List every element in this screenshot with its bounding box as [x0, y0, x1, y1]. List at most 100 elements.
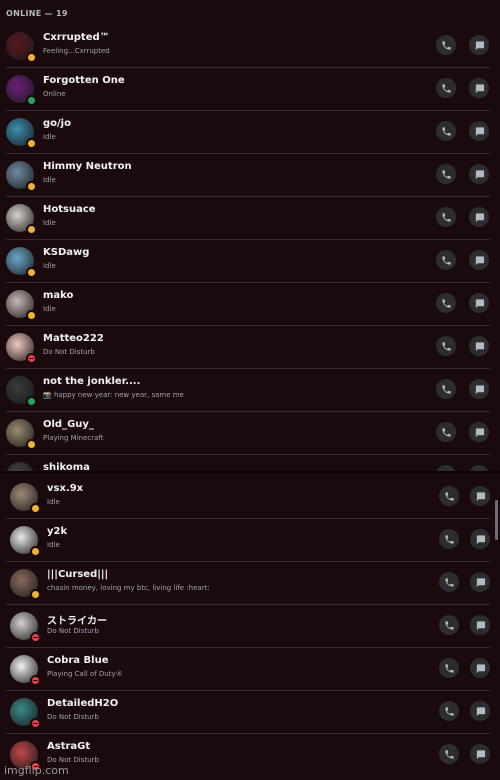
row-divider	[6, 604, 490, 605]
message-button[interactable]	[469, 35, 489, 55]
status-idle-indicator	[26, 52, 37, 63]
message-button[interactable]	[470, 529, 490, 549]
message-icon	[475, 169, 484, 179]
phone-icon	[444, 577, 454, 587]
member-row[interactable]: Old_Guy_ Playing Minecraft	[0, 411, 500, 454]
message-button[interactable]	[470, 744, 490, 764]
avatar[interactable]	[6, 290, 37, 321]
member-row[interactable]: vsx.9x Idle	[0, 475, 500, 518]
member-row[interactable]: y2k Idle	[0, 518, 500, 561]
call-button[interactable]	[439, 658, 459, 678]
member-row[interactable]: shikoma	[0, 454, 500, 471]
message-button[interactable]	[469, 121, 489, 141]
avatar[interactable]	[6, 75, 37, 106]
member-row[interactable]: go/jo Idle	[0, 110, 500, 153]
member-status-text: Do Not Disturb	[47, 627, 99, 635]
call-button[interactable]	[436, 336, 456, 356]
phone-icon	[441, 83, 451, 93]
message-icon	[475, 126, 484, 136]
avatar[interactable]	[6, 32, 37, 63]
member-row[interactable]: Cxrrupted™ Feeling...Cxrrupted	[0, 24, 500, 67]
avatar[interactable]	[10, 655, 41, 686]
avatar[interactable]	[10, 526, 41, 557]
status-idle-indicator	[26, 224, 37, 235]
member-name: Cobra Blue	[47, 655, 109, 666]
avatar[interactable]	[10, 483, 41, 514]
avatar[interactable]	[6, 333, 37, 364]
row-divider	[6, 454, 490, 455]
call-button[interactable]	[439, 701, 459, 721]
phone-icon	[441, 169, 451, 179]
message-button[interactable]	[469, 379, 489, 399]
member-row[interactable]: Hotsuace Idle	[0, 196, 500, 239]
phone-icon	[444, 534, 454, 544]
row-divider	[6, 368, 490, 369]
avatar[interactable]	[10, 698, 41, 729]
member-status-text: Playing Call of Duty®	[47, 670, 123, 678]
row-divider	[6, 647, 490, 648]
watermark: imgflip.com	[4, 764, 69, 777]
status-dnd-indicator	[30, 632, 41, 643]
member-status-text: Idle	[43, 133, 56, 141]
call-button[interactable]	[439, 529, 459, 549]
member-row[interactable]: mako Idle	[0, 282, 500, 325]
member-row[interactable]: AstraGt Do Not Disturb	[0, 733, 500, 776]
member-row[interactable]: not the jonkler.... 📸 happy new year: new…	[0, 368, 500, 411]
message-button[interactable]	[469, 250, 489, 270]
member-name: y2k	[47, 526, 68, 537]
avatar[interactable]	[6, 204, 37, 235]
avatar[interactable]	[6, 118, 37, 149]
member-row[interactable]: Cobra Blue Playing Call of Duty®	[0, 647, 500, 690]
status-idle-indicator	[26, 439, 37, 450]
call-button[interactable]	[436, 379, 456, 399]
member-status-text: Feeling...Cxrrupted	[43, 47, 110, 55]
avatar[interactable]	[6, 161, 37, 192]
message-button[interactable]	[470, 658, 490, 678]
member-row[interactable]: DetailedH2O Do Not Disturb	[0, 690, 500, 733]
phone-icon	[441, 341, 451, 351]
call-button[interactable]	[439, 572, 459, 592]
call-button[interactable]	[436, 250, 456, 270]
phone-icon	[441, 255, 451, 265]
message-button[interactable]	[470, 572, 490, 592]
avatar[interactable]	[6, 376, 37, 407]
message-button[interactable]	[470, 701, 490, 721]
message-button[interactable]	[469, 164, 489, 184]
call-button[interactable]	[436, 293, 456, 313]
member-row[interactable]: |||Cursed||| chasin money, loving my btc,…	[0, 561, 500, 604]
message-button[interactable]	[469, 422, 489, 442]
message-button[interactable]	[469, 336, 489, 356]
message-button[interactable]	[470, 615, 490, 635]
avatar[interactable]	[6, 419, 37, 450]
scrollbar[interactable]	[495, 500, 498, 540]
call-button[interactable]	[436, 422, 456, 442]
member-row[interactable]: Forgotten One Online	[0, 67, 500, 110]
message-button[interactable]	[469, 293, 489, 313]
message-button[interactable]	[469, 207, 489, 227]
status-dnd-indicator	[26, 353, 37, 364]
call-button[interactable]	[439, 486, 459, 506]
call-button[interactable]	[436, 207, 456, 227]
call-button[interactable]	[436, 35, 456, 55]
message-button[interactable]	[469, 78, 489, 98]
status-idle-indicator	[26, 138, 37, 149]
member-row[interactable]: Himmy Neutron Idle	[0, 153, 500, 196]
message-icon	[475, 255, 484, 265]
status-idle-indicator	[26, 267, 37, 278]
call-button[interactable]	[436, 164, 456, 184]
member-row[interactable]: Matteo222 Do Not Disturb	[0, 325, 500, 368]
call-button[interactable]	[436, 121, 456, 141]
member-row[interactable]: ストライカー Do Not Disturb	[0, 604, 500, 647]
member-row[interactable]: KSDawg Idle	[0, 239, 500, 282]
row-divider	[6, 518, 490, 519]
call-button[interactable]	[439, 744, 459, 764]
message-button[interactable]	[470, 486, 490, 506]
call-button[interactable]	[439, 615, 459, 635]
member-status-text: Idle	[43, 305, 56, 313]
avatar[interactable]	[10, 569, 41, 600]
avatar[interactable]	[10, 612, 41, 643]
avatar[interactable]	[6, 247, 37, 278]
avatar[interactable]	[6, 462, 34, 471]
screenshot-splice-divider	[0, 471, 500, 473]
call-button[interactable]	[436, 78, 456, 98]
